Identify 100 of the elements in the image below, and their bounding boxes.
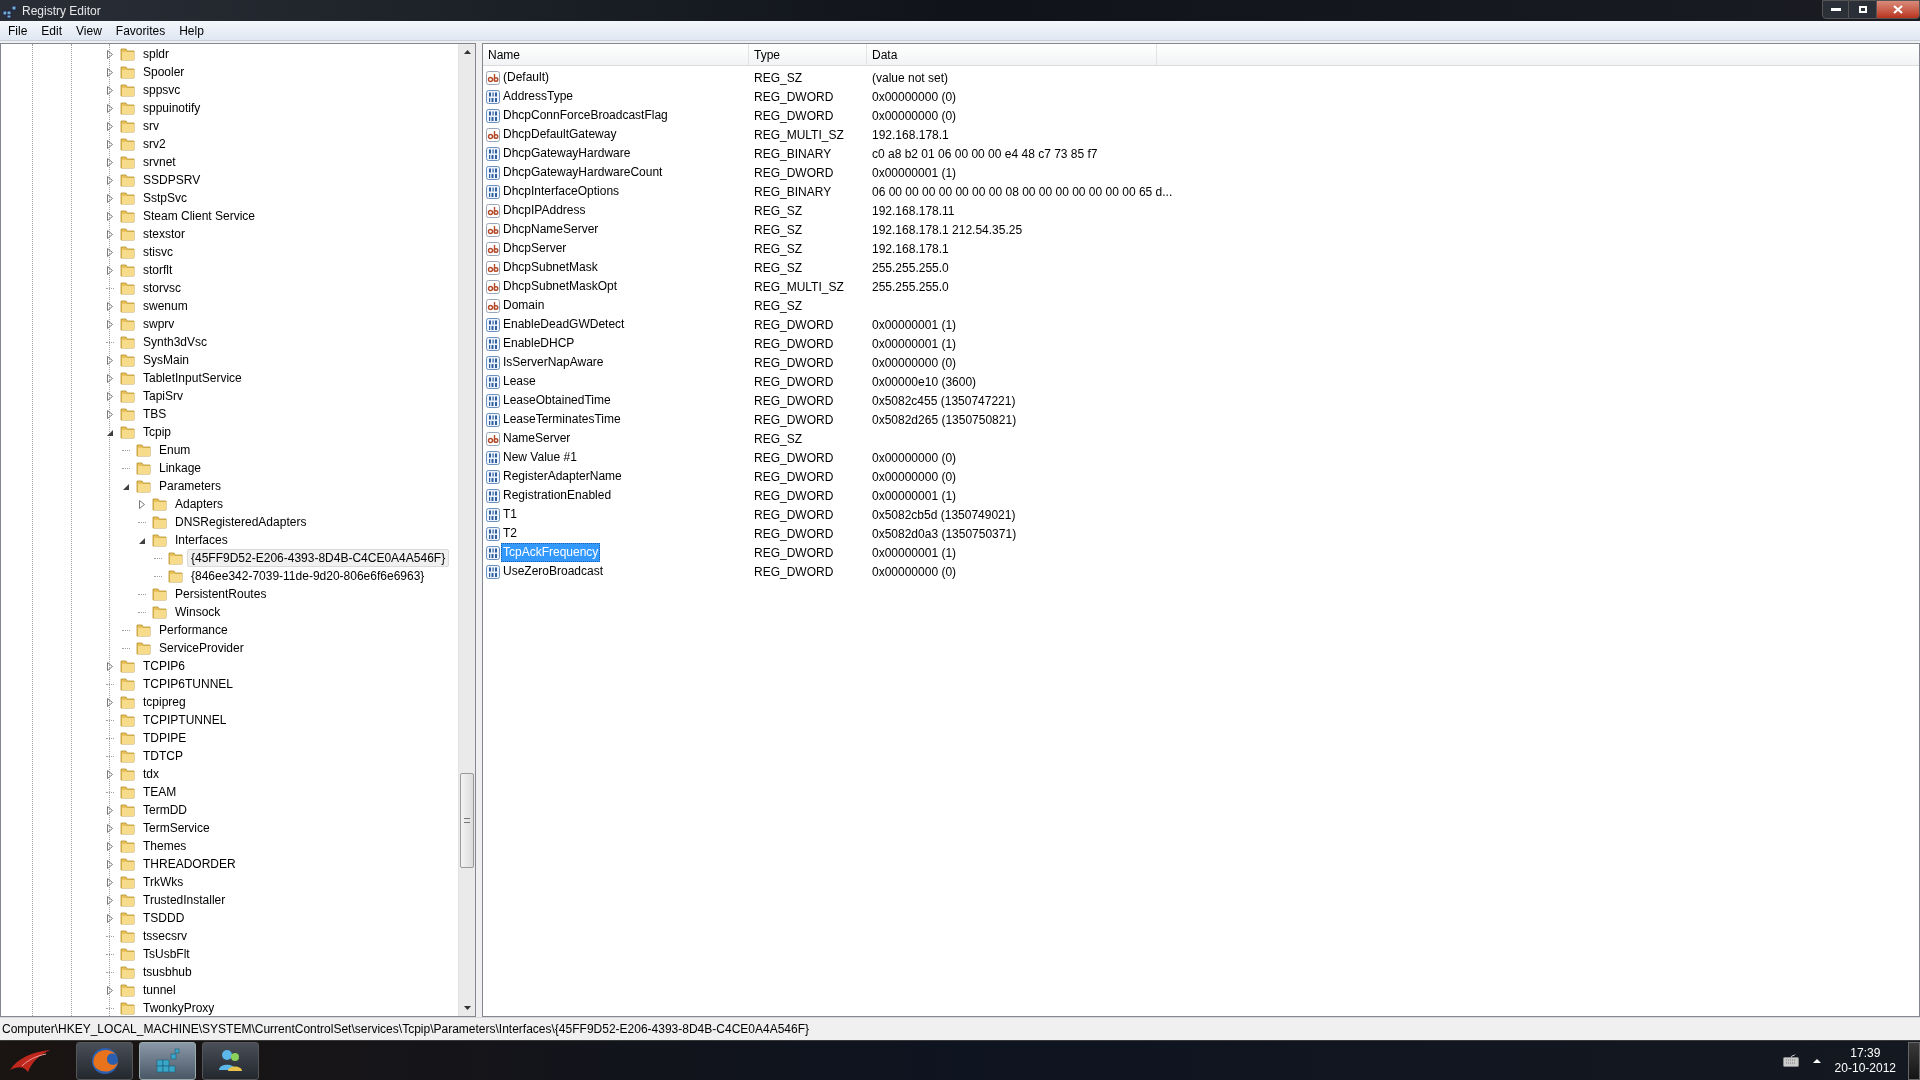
value-name[interactable]: LeaseTerminatesTime (501, 411, 623, 428)
menu-item[interactable]: Help (172, 21, 211, 40)
close-button[interactable] (1876, 0, 1920, 19)
expand-arrow-icon[interactable] (106, 265, 114, 275)
value-name[interactable]: (Default) (501, 69, 551, 86)
tree-item[interactable]: TabletInputService (139, 369, 246, 387)
tree-item[interactable]: Winsock (171, 603, 225, 621)
tree-item[interactable]: stexstor (139, 225, 189, 243)
value-name[interactable]: UseZeroBroadcast (501, 563, 606, 580)
minimize-button[interactable] (1822, 0, 1849, 19)
tree-item[interactable]: stisvc (139, 243, 177, 261)
tree-item[interactable]: srv (139, 117, 163, 135)
tree-item[interactable]: TrustedInstaller (139, 891, 230, 909)
tree-item[interactable]: Themes (139, 837, 191, 855)
tree-item[interactable]: swprv (139, 315, 179, 333)
tree-item[interactable]: Performance (155, 621, 232, 639)
expand-arrow-icon[interactable] (106, 229, 114, 239)
tree-item[interactable]: TermDD (139, 801, 191, 819)
expand-arrow-icon[interactable] (106, 319, 114, 329)
menu-item[interactable]: Edit (34, 21, 70, 40)
taskbar-app-button[interactable] (139, 1041, 196, 1080)
show-hidden-icons-icon[interactable] (1812, 1057, 1821, 1064)
value-name[interactable]: EnableDHCP (501, 335, 577, 352)
expand-arrow-icon[interactable] (106, 895, 114, 905)
tree-item[interactable]: tdx (139, 765, 163, 783)
expand-arrow-icon[interactable] (106, 985, 114, 995)
expand-arrow-icon[interactable] (106, 103, 114, 113)
value-name[interactable]: Lease (501, 373, 538, 390)
expand-arrow-icon[interactable] (106, 157, 114, 167)
value-name[interactable]: T2 (501, 525, 519, 542)
tree-item[interactable]: tunnel (139, 981, 180, 999)
tree-item[interactable]: spldr (139, 45, 173, 63)
scrollbar-thumb[interactable] (460, 773, 474, 868)
menu-item[interactable]: Favorites (108, 21, 173, 40)
value-name[interactable]: DhcpServer (501, 240, 569, 257)
tree-item[interactable]: Parameters (155, 477, 226, 495)
menu-item[interactable]: File (1, 21, 35, 40)
tree-item[interactable]: {846ee342-7039-11de-9d20-806e6f6e6963} (187, 567, 429, 585)
value-name[interactable]: NameServer (501, 430, 573, 447)
expand-arrow-icon[interactable] (106, 139, 114, 149)
value-name[interactable]: Domain (501, 297, 547, 314)
clock-time[interactable]: 17:39 (1850, 1045, 1881, 1061)
tree-item[interactable]: Steam Client Service (139, 207, 260, 225)
expand-arrow-icon[interactable] (106, 121, 114, 131)
tree-item[interactable]: TCPIP6TUNNEL (139, 675, 238, 693)
tree-item[interactable]: SstpSvc (139, 189, 191, 207)
tree-item[interactable]: storvsc (139, 279, 185, 297)
expand-arrow-icon[interactable] (106, 859, 114, 869)
tree-item[interactable]: Spooler (139, 63, 189, 81)
tree-item[interactable]: TSDDD (139, 909, 189, 927)
value-name[interactable]: DhcpNameServer (501, 221, 601, 238)
expand-arrow-icon[interactable] (106, 301, 114, 311)
tree-item[interactable]: Interfaces (171, 531, 232, 549)
tree-item[interactable]: storflt (139, 261, 177, 279)
expand-arrow-icon[interactable] (106, 373, 114, 383)
tree-item[interactable]: THREADORDER (139, 855, 240, 873)
value-name[interactable]: RegistrationEnabled (501, 487, 614, 504)
show-desktop-button[interactable] (1908, 1041, 1920, 1080)
value-name[interactable]: EnableDeadGWDetect (501, 316, 627, 333)
menu-item[interactable]: View (69, 21, 109, 40)
tree-item[interactable]: TDTCP (139, 747, 187, 765)
value-name[interactable]: DhcpDefaultGateway (501, 126, 619, 143)
expand-arrow-icon[interactable] (106, 841, 114, 851)
taskbar-app-button[interactable] (76, 1041, 133, 1080)
tree-item[interactable]: tcpipreg (139, 693, 190, 711)
tree-item[interactable]: ServiceProvider (155, 639, 248, 657)
tree-item[interactable]: TrkWks (139, 873, 188, 891)
tree-item[interactable]: tssecsrv (139, 927, 191, 945)
tree-item[interactable]: TwonkyProxy (139, 999, 219, 1016)
tree-item[interactable]: Enum (155, 441, 195, 459)
value-name[interactable]: DhcpConnForceBroadcastFlag (501, 107, 670, 124)
tree-item[interactable]: SSDPSRV (139, 171, 205, 189)
tree-item[interactable]: Synth3dVsc (139, 333, 212, 351)
tree-item[interactable]: sppsvc (139, 81, 185, 99)
value-name[interactable]: IsServerNapAware (501, 354, 606, 371)
expand-arrow-icon[interactable] (106, 769, 114, 779)
tree-item[interactable]: TCPIP6 (139, 657, 189, 675)
tree-item[interactable]: sppuinotify (139, 99, 205, 117)
expand-arrow-icon[interactable] (106, 661, 114, 671)
expand-arrow-icon[interactable] (106, 49, 114, 59)
tree-item[interactable]: TDPIPE (139, 729, 191, 747)
taskbar-app-button[interactable] (202, 1041, 259, 1080)
expand-arrow-icon[interactable] (138, 499, 146, 509)
tree-item[interactable]: Linkage (155, 459, 206, 477)
expand-arrow-icon[interactable] (106, 697, 114, 707)
tree-item[interactable]: srvnet (139, 153, 180, 171)
maximize-button[interactable] (1849, 0, 1876, 19)
tree-item[interactable]: srv2 (139, 135, 170, 153)
value-name[interactable]: AddressType (501, 88, 576, 105)
tree-item[interactable]: DNSRegisteredAdapters (171, 513, 311, 531)
tree-item[interactable]: {45FF9D52-E206-4393-8D4B-C4CE0A4A546F} (187, 549, 450, 567)
expand-arrow-icon[interactable] (106, 67, 114, 77)
value-name[interactable]: T1 (501, 506, 519, 523)
tree-item[interactable]: TEAM (139, 783, 181, 801)
expand-arrow-icon[interactable] (106, 193, 114, 203)
value-name[interactable]: RegisterAdapterName (501, 468, 624, 485)
expand-arrow-icon[interactable] (106, 877, 114, 887)
tree-item[interactable]: PersistentRoutes (171, 585, 271, 603)
clock-date[interactable]: 20-10-2012 (1834, 1060, 1896, 1076)
tree-item[interactable]: TsUsbFlt (139, 945, 194, 963)
